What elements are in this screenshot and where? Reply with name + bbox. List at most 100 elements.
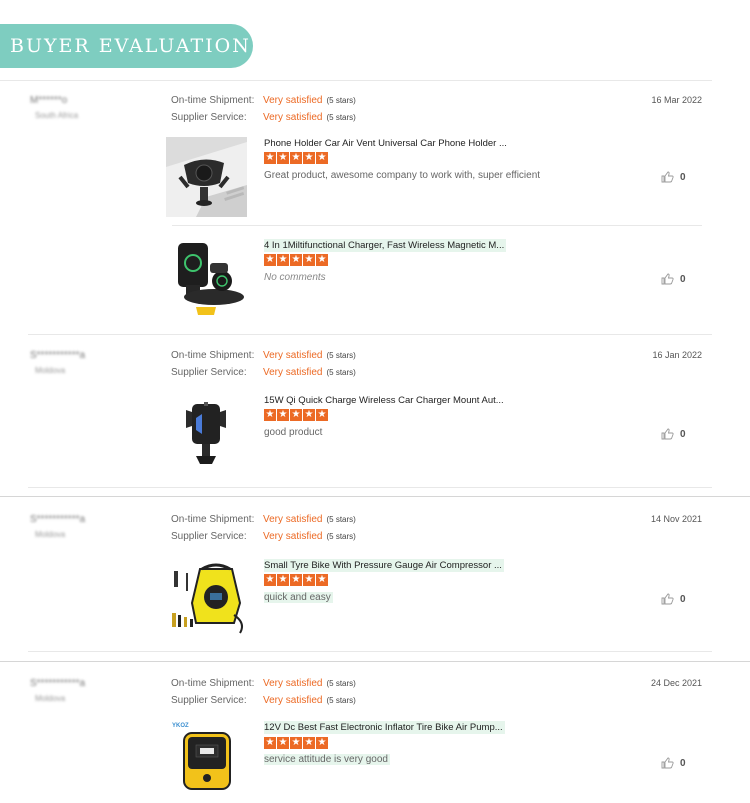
divider (28, 487, 712, 488)
star-icon: ★ (303, 152, 315, 164)
star-icon: ★ (277, 254, 289, 266)
like-button[interactable]: 0 (661, 273, 686, 285)
star-icon: ★ (290, 409, 302, 421)
divider (28, 334, 712, 335)
service-label: Supplier Service: (171, 112, 247, 123)
product-title[interactable]: 4 In 1Miltifunctional Charger, Fast Wire… (264, 239, 507, 252)
like-count: 0 (680, 273, 686, 285)
thumbs-up-icon (661, 757, 674, 769)
shipment-stars: (5 stars) (326, 96, 356, 105)
review-comment: service attitude is very good (264, 754, 390, 765)
like-button[interactable]: 0 (661, 171, 686, 183)
shipment-label: On-time Shipment: (171, 514, 255, 525)
brand-logo: YKOZ (172, 723, 189, 729)
service-stars: (5 stars) (326, 368, 356, 377)
product-title[interactable]: Small Tyre Bike With Pressure Gauge Air … (264, 559, 504, 572)
tire-inflator-image[interactable]: YKOZ (166, 721, 247, 793)
shipment-value: Very satisfied (263, 350, 323, 361)
shipment-stars: (5 stars) (326, 515, 356, 524)
review-comment: quick and easy (264, 592, 333, 603)
reviewer-name: S***********a (30, 678, 86, 689)
star-rating: ★ ★ ★ ★ ★ (264, 737, 328, 749)
review-comment: Great product, awesome company to work w… (264, 170, 541, 181)
thumbs-up-icon (661, 593, 674, 605)
air-compressor-image[interactable] (166, 559, 247, 639)
star-icon: ★ (264, 254, 276, 266)
thumbs-up-icon (661, 428, 674, 440)
star-icon: ★ (303, 409, 315, 421)
page-title-banner: BUYER EVALUATION (0, 24, 253, 68)
shipment-value: Very satisfied (263, 514, 323, 525)
product-title[interactable]: Phone Holder Car Air Vent Universal Car … (264, 137, 509, 150)
service-stars: (5 stars) (326, 113, 356, 122)
shipment-label: On-time Shipment: (171, 350, 255, 361)
phone-holder-image[interactable] (166, 137, 247, 217)
shipment-stars: (5 stars) (326, 351, 356, 360)
service-label: Supplier Service: (171, 367, 247, 378)
supplier-ratings: On-time Shipment: Very satisfied (5 stars)… (171, 514, 356, 548)
shipment-value: Very satisfied (263, 95, 323, 106)
shipment-label: On-time Shipment: (171, 95, 255, 106)
star-icon: ★ (316, 152, 328, 164)
like-button[interactable]: 0 (661, 757, 686, 769)
supplier-ratings: On-time Shipment: Very satisfied (5 stars)… (171, 350, 356, 384)
star-icon: ★ (316, 254, 328, 266)
star-icon: ★ (277, 737, 289, 749)
star-icon: ★ (316, 737, 328, 749)
review-comment: No comments (264, 272, 326, 283)
section-divider (0, 496, 750, 497)
like-count: 0 (680, 171, 686, 183)
divider (172, 225, 702, 226)
section-divider (0, 661, 750, 662)
star-rating: ★ ★ ★ ★ ★ (264, 409, 328, 421)
star-icon: ★ (290, 574, 302, 586)
star-icon: ★ (290, 737, 302, 749)
star-rating: ★ ★ ★ ★ ★ (264, 574, 328, 586)
product-title[interactable]: 15W Qi Quick Charge Wireless Car Charger… (264, 394, 506, 407)
reviewer-country: South Africa (35, 111, 79, 120)
star-icon: ★ (264, 409, 276, 421)
review-comment: good product (264, 427, 323, 438)
reviewer-name: S***********a (30, 514, 86, 525)
wireless-charger-image[interactable] (166, 239, 247, 319)
service-label: Supplier Service: (171, 531, 247, 542)
review-date: 24 Dec 2021 (650, 678, 702, 688)
star-rating: ★ ★ ★ ★ ★ (264, 254, 328, 266)
supplier-ratings: On-time Shipment: Very satisfied (5 stars)… (171, 678, 356, 712)
like-count: 0 (680, 428, 686, 440)
thumbs-up-icon (661, 273, 674, 285)
divider (0, 80, 712, 81)
car-charger-mount-image[interactable] (166, 394, 247, 474)
star-icon: ★ (290, 152, 302, 164)
star-icon: ★ (303, 254, 315, 266)
thumbs-up-icon (661, 171, 674, 183)
star-rating: ★ ★ ★ ★ ★ (264, 152, 328, 164)
star-icon: ★ (264, 152, 276, 164)
star-icon: ★ (303, 574, 315, 586)
divider (28, 651, 712, 652)
reviewer-country: Moldova (35, 366, 66, 375)
star-icon: ★ (303, 737, 315, 749)
service-value: Very satisfied (263, 531, 323, 542)
like-button[interactable]: 0 (661, 593, 686, 605)
service-value: Very satisfied (263, 695, 323, 706)
star-icon: ★ (264, 574, 276, 586)
shipment-value: Very satisfied (263, 678, 323, 689)
reviewer-country: Moldova (35, 694, 66, 703)
star-icon: ★ (316, 409, 328, 421)
service-value: Very satisfied (263, 112, 323, 123)
like-button[interactable]: 0 (661, 428, 686, 440)
service-stars: (5 stars) (326, 696, 356, 705)
star-icon: ★ (316, 574, 328, 586)
star-icon: ★ (277, 152, 289, 164)
like-count: 0 (680, 757, 686, 769)
review-date: 14 Nov 2021 (650, 514, 702, 524)
service-label: Supplier Service: (171, 695, 247, 706)
review-date: 16 Jan 2022 (652, 350, 702, 360)
supplier-ratings: On-time Shipment: Very satisfied (5 stars)… (171, 95, 356, 129)
shipment-stars: (5 stars) (326, 679, 356, 688)
reviewer-name: S***********a (30, 350, 86, 361)
product-title[interactable]: 12V Dc Best Fast Electronic Inflator Tir… (264, 721, 505, 734)
service-value: Very satisfied (263, 367, 323, 378)
reviewer-name: M******o (30, 95, 68, 106)
